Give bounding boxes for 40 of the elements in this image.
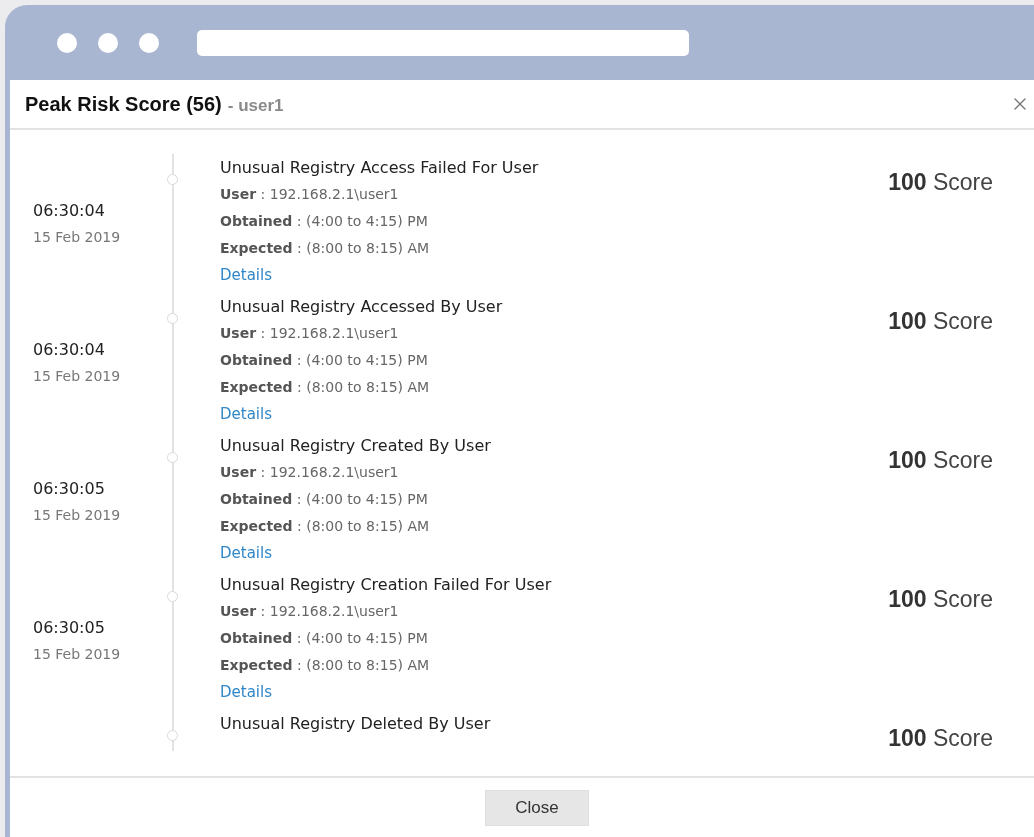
event-title: Unusual Registry Deleted By User [220, 713, 491, 735]
event-score: 100 Score [888, 168, 993, 196]
event-time: 06:30:04 [33, 200, 106, 222]
event-date: 15 Feb 2019 [33, 506, 122, 525]
event-field: Expected : (8:00 to 8:15) AM [220, 235, 430, 262]
event-field: Obtained : (4:00 to 4:15) PM [220, 625, 428, 652]
details-link[interactable]: Details [220, 540, 272, 567]
event-field: Obtained : (4:00 to 4:15) PM [220, 208, 428, 235]
event-field: User : 192.168.2.1\user1 [220, 459, 399, 486]
event-field: User : 192.168.2.1\user1 [220, 598, 399, 625]
event-title: Unusual Registry Created By User [220, 435, 491, 457]
event-title: Unusual Registry Access Failed For User [220, 157, 539, 179]
details-link[interactable]: Details [220, 679, 272, 706]
window-dot [98, 32, 118, 53]
event-date: 15 Feb 2019 [33, 228, 122, 247]
window-dot [57, 32, 77, 53]
event-field: Expected : (8:00 to 8:15) AM [220, 513, 430, 540]
dialog-title: Peak Risk Score (56) [25, 92, 222, 116]
event-title: Unusual Registry Accessed By User [220, 296, 503, 318]
event-date: 15 Feb 2019 [33, 645, 122, 664]
event-score: 100 Score [888, 446, 993, 474]
details-link[interactable]: Details [220, 262, 272, 289]
event-score: 100 Score [888, 307, 993, 335]
event-title: Unusual Registry Creation Failed For User [220, 574, 552, 596]
event-time: 06:30:05 [33, 617, 106, 639]
event-score: 100 Score [888, 724, 993, 751]
event-field: User : 192.168.2.1\user1 [220, 181, 399, 208]
event-field: Obtained : (4:00 to 4:15) PM [220, 486, 428, 513]
event-field: Obtained : (4:00 to 4:15) PM [220, 347, 428, 374]
details-link[interactable]: Details [220, 401, 272, 428]
event-field: Expected : (8:00 to 8:15) AM [220, 374, 430, 401]
dialog-subtitle: - user1 [227, 95, 284, 116]
event-field: User : 192.168.2.1\user1 [220, 320, 399, 347]
event-time: 06:30:05 [33, 478, 106, 500]
close-button[interactable]: Close [485, 789, 589, 826]
event-date: 15 Feb 2019 [33, 367, 122, 386]
event-time: 06:30:04 [33, 339, 106, 361]
event-score: 100 Score [888, 585, 993, 613]
event-field: Expected : (8:00 to 8:15) AM [220, 652, 430, 679]
window-dot [139, 32, 159, 53]
